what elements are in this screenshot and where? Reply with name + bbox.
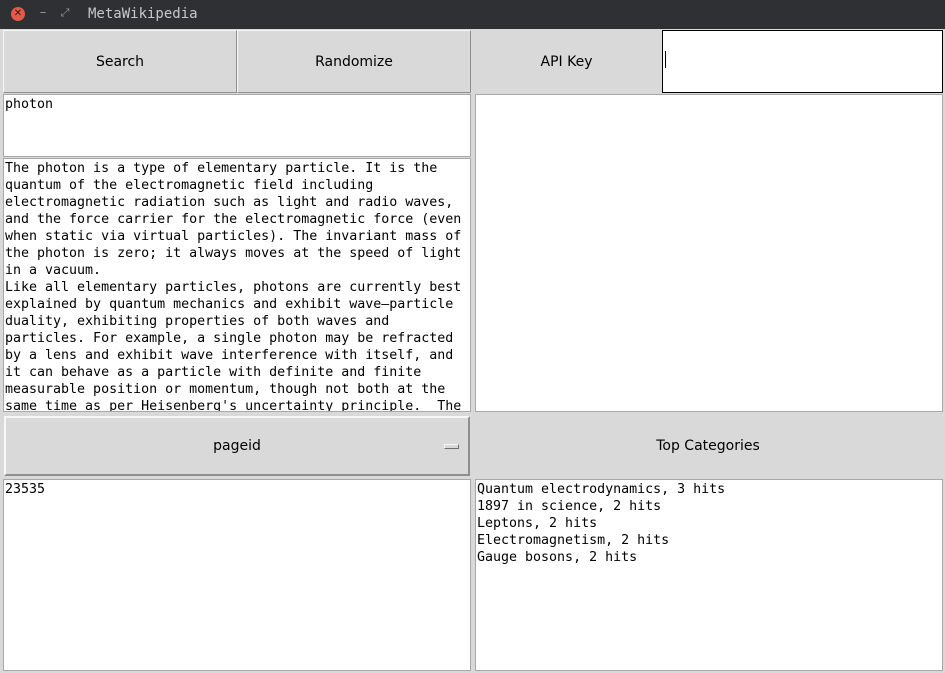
category-item: 1897 in science, 2 hits (477, 499, 662, 514)
property-value-text-area[interactable]: 23535 (3, 479, 471, 671)
window-title: MetaWikipedia (88, 6, 198, 22)
summary-line: The photon is a type of elementary parti… (5, 161, 438, 176)
summary-line: the photon is zero; it always moves at t… (5, 246, 462, 261)
property-value: 23535 (5, 482, 46, 497)
maximize-window-icon[interactable]: ⤢ (58, 5, 72, 21)
summary-line: and the force carrier for the electromag… (5, 212, 462, 227)
summary-line: when static via virtual particles). The … (5, 229, 462, 244)
summary-line: electromagnetic radiation such as light … (5, 195, 454, 210)
dropdown-indicator-icon (444, 444, 459, 449)
search-query-field[interactable]: photon (3, 94, 471, 157)
close-window-icon[interactable]: ✕ (11, 7, 25, 21)
summary-text-area[interactable]: The photon is a type of elementary parti… (3, 158, 471, 412)
search-button[interactable]: Search (3, 30, 237, 93)
text-cursor (665, 51, 666, 68)
summary-line: measurable position or momentum, though … (5, 382, 446, 397)
summary-line: it can behave as a particle with definit… (5, 365, 422, 380)
api-key-input[interactable] (662, 30, 943, 93)
top-categories-label: Top Categories (473, 414, 943, 478)
search-query-value: photon (5, 97, 54, 112)
summary-line: same time as per Heisenberg's uncertaint… (5, 399, 462, 412)
summary-line: by a lens and exhibit wave interference … (5, 348, 454, 363)
category-item: Electromagnetism, 2 hits (477, 533, 670, 548)
api-key-label: API Key (471, 30, 662, 93)
randomize-button[interactable]: Randomize (237, 30, 471, 93)
top-categories-list[interactable]: Quantum electrodynamics, 3 hits 1897 in s… (475, 479, 943, 671)
summary-line: in a vacuum. (5, 263, 102, 278)
property-select-value: pageid (213, 438, 261, 454)
summary-line: explained by quantum mechanics and exhib… (5, 297, 454, 312)
summary-line: Like all elementary particles, photons a… (5, 280, 462, 295)
title-bar: ✕ – ⤢ MetaWikipedia (0, 0, 945, 29)
summary-line: duality, exhibiting properties of both w… (5, 314, 390, 329)
category-item: Quantum electrodynamics, 3 hits (477, 482, 726, 497)
category-item: Gauge bosons, 2 hits (477, 550, 638, 565)
summary-line: particles. For example, a single photon … (5, 331, 454, 346)
minimize-window-icon[interactable]: – (36, 5, 50, 21)
property-select[interactable]: pageid (4, 416, 470, 476)
summary-line: quantum of the electromagnetic field inc… (5, 178, 374, 193)
category-item: Leptons, 2 hits (477, 516, 598, 531)
image-panel (475, 94, 943, 412)
